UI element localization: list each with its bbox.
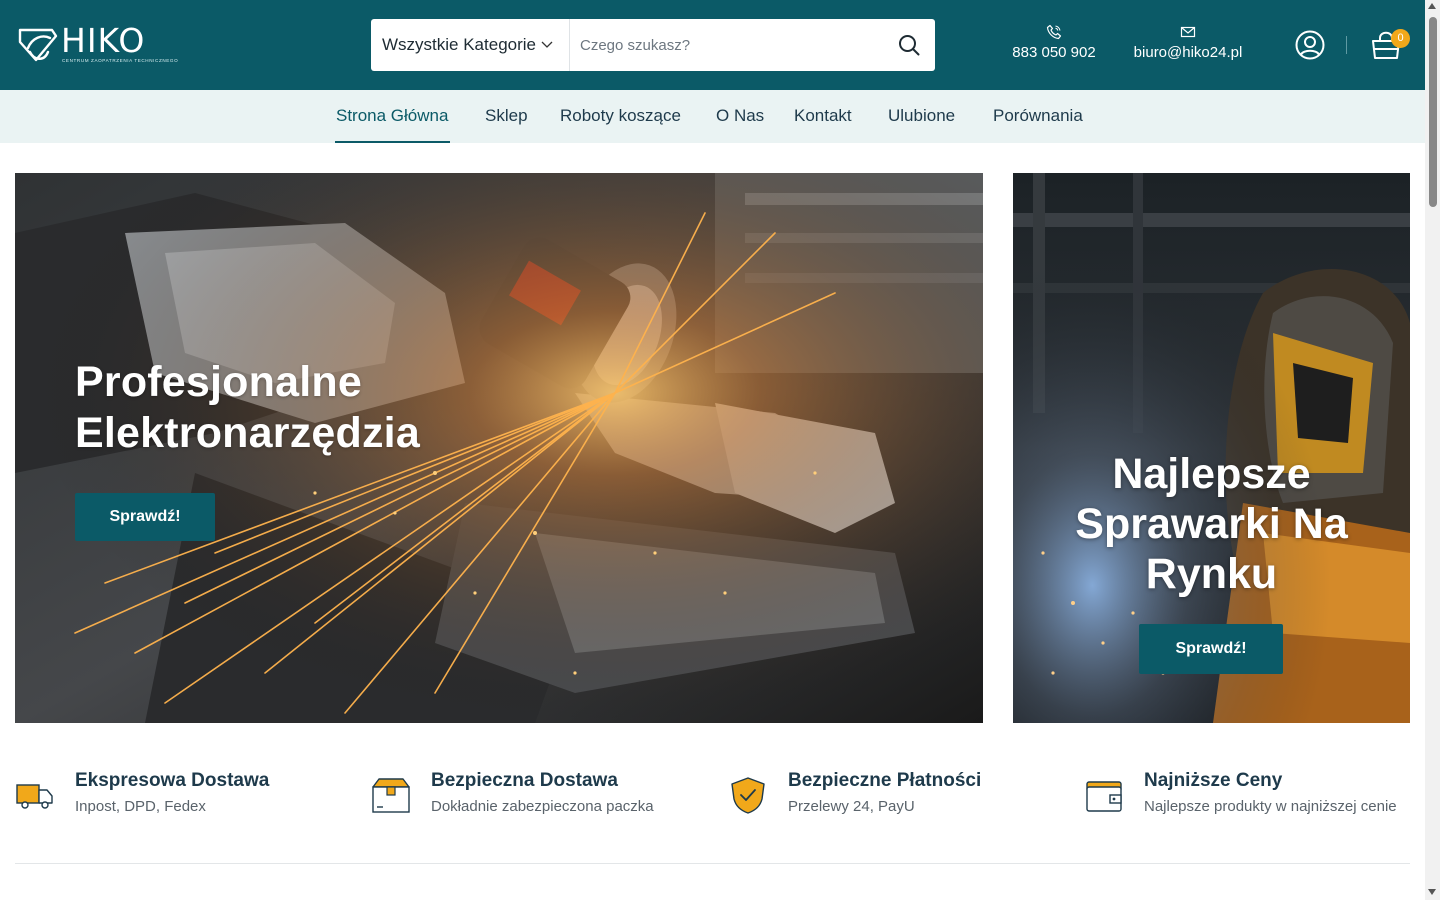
nav-item-about[interactable]: O Nas bbox=[716, 90, 764, 143]
search-bar: Wszystkie Kategorie bbox=[371, 19, 935, 71]
feature-subtitle: Przelewy 24, PayU bbox=[788, 798, 915, 815]
hero-right-title-line3: Rynku bbox=[1145, 550, 1278, 598]
feature-subtitle: Inpost, DPD, Fedex bbox=[75, 798, 206, 815]
delivery-truck-icon bbox=[16, 784, 53, 809]
shield-check-icon bbox=[731, 777, 765, 814]
hero-banner-power-tools[interactable]: Profesjonalne Elektronarzędzia Sprawdź! bbox=[15, 173, 983, 723]
nav-item-robot-mowers[interactable]: Roboty koszące bbox=[560, 90, 681, 143]
hero-left-title: Profesjonalne Elektronarzędzia bbox=[75, 357, 420, 459]
hero-right-title-line2: Sprawarki Na bbox=[1075, 500, 1348, 548]
user-icon[interactable] bbox=[1294, 29, 1326, 61]
logo-text: HIKO bbox=[61, 21, 146, 60]
section-divider bbox=[15, 863, 1410, 864]
nav-item-home[interactable]: Strona Główna bbox=[334, 90, 451, 143]
header-bar: HIKO CENTRUM ZAOPATRZENIA TECHNICZNEGO W… bbox=[0, 0, 1425, 90]
hero-left-cta-button[interactable]: Sprawdź! bbox=[75, 493, 215, 541]
logo-subtitle: CENTRUM ZAOPATRZENIA TECHNICZNEGO bbox=[62, 58, 179, 63]
email-address: biuro@hiko24.pl bbox=[1133, 44, 1243, 61]
hero-right-title-line1: Najlepsze bbox=[1112, 450, 1311, 498]
scroll-down-arrow-icon[interactable] bbox=[1428, 889, 1436, 895]
envelope-icon bbox=[1180, 26, 1196, 38]
search-button[interactable] bbox=[883, 19, 935, 71]
feature-title: Ekspresowa Dostawa bbox=[75, 770, 270, 791]
contact-phone[interactable]: 883 050 902 bbox=[1002, 24, 1106, 61]
phone-icon bbox=[1046, 24, 1062, 40]
contact-email[interactable]: biuro@hiko24.pl bbox=[1124, 24, 1252, 61]
nav-item-favorites[interactable]: Ulubione bbox=[888, 90, 955, 143]
feature-title: Bezpieczna Dostawa bbox=[431, 770, 618, 791]
scroll-up-arrow-icon[interactable] bbox=[1428, 3, 1436, 9]
hero-right-title: Najlepsze Sprawarki Na Rynku bbox=[1013, 449, 1410, 599]
hero-left-title-line2: Elektronarzędzia bbox=[75, 409, 420, 457]
category-select-label: Wszystkie Kategorie bbox=[382, 35, 536, 54]
hero-right-cta-button[interactable]: Sprawdź! bbox=[1139, 624, 1283, 674]
wallet-icon bbox=[1086, 781, 1122, 812]
package-box-icon bbox=[372, 778, 410, 813]
category-select[interactable]: Wszystkie Kategorie bbox=[371, 19, 570, 71]
feature-subtitle: Najlepsze produkty w najniższej cenie bbox=[1144, 798, 1397, 815]
phone-number: 883 050 902 bbox=[1012, 44, 1096, 61]
site-logo[interactable]: HIKO CENTRUM ZAOPATRZENIA TECHNICZNEGO bbox=[14, 21, 178, 68]
main-nav: Strona Główna Sklep Roboty koszące O Nas… bbox=[0, 90, 1425, 143]
nav-item-contact[interactable]: Kontakt bbox=[794, 90, 852, 143]
nav-item-shop[interactable]: Sklep bbox=[485, 90, 528, 143]
logo-mark-icon bbox=[18, 28, 58, 62]
search-icon bbox=[899, 35, 920, 56]
cart-count-badge: 0 bbox=[1391, 29, 1410, 48]
feature-title: Bezpieczne Płatności bbox=[788, 770, 982, 791]
search-input[interactable] bbox=[570, 19, 883, 71]
feature-title: Najniższe Ceny bbox=[1144, 770, 1283, 791]
scrollbar-thumb[interactable] bbox=[1429, 17, 1437, 207]
hero-left-title-line1: Profesjonalne bbox=[75, 358, 362, 406]
header-divider bbox=[1346, 36, 1347, 54]
chevron-down-icon bbox=[541, 41, 553, 48]
hero-banner-welders[interactable]: Najlepsze Sprawarki Na Rynku Sprawdź! bbox=[1013, 173, 1410, 723]
feature-subtitle: Dokładnie zabezpieczona paczka bbox=[431, 798, 654, 815]
nav-item-compare[interactable]: Porównania bbox=[993, 90, 1083, 143]
